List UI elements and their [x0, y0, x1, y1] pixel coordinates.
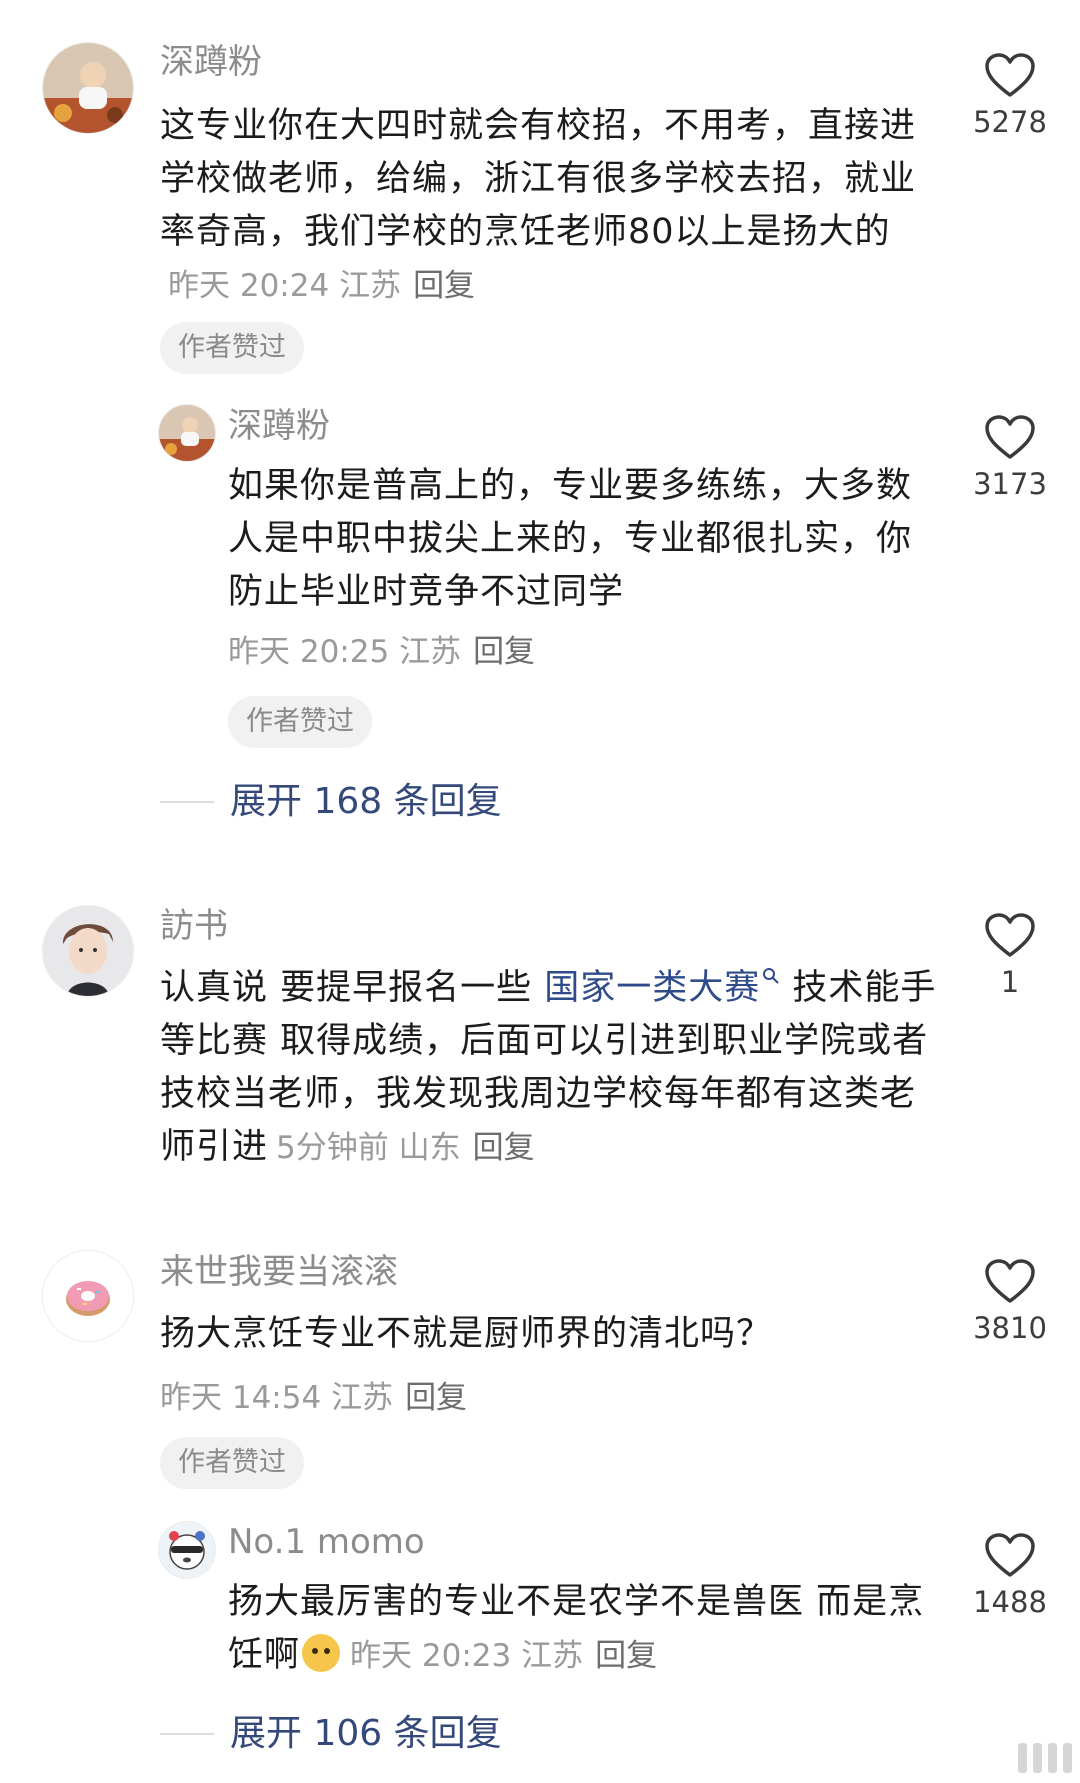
expand-replies-label: 展开 106 条回复	[230, 1713, 502, 1754]
divider	[160, 801, 214, 803]
like-count: 1	[1000, 965, 1020, 999]
comment-username[interactable]: 訪书	[160, 904, 228, 948]
author-liked-badge: 作者赞过	[228, 696, 372, 748]
like-count: 1488	[973, 1585, 1047, 1619]
divider	[160, 1733, 214, 1735]
donut-avatar-icon	[43, 1251, 133, 1341]
watermark-bar	[1063, 1743, 1072, 1773]
expand-replies-button[interactable]: 展开 168 条回复	[160, 777, 502, 827]
reply-text: 如果你是普高上的，专业要多练练，大多数人是中职中拔尖上来的，专业都很扎实，你防止…	[228, 466, 913, 612]
user-photo-avatar-icon	[159, 405, 215, 461]
user-avatar[interactable]	[42, 1250, 134, 1342]
user-avatar[interactable]	[42, 42, 134, 134]
reply-meta: 昨天 20:23 江苏 回复	[350, 1638, 657, 1674]
search-icon	[763, 968, 779, 984]
like-button[interactable]: 1488	[970, 1532, 1050, 1620]
author-liked-badge: 作者赞过	[160, 322, 304, 374]
like-count: 3173	[973, 467, 1047, 501]
smile-emoji-icon	[302, 1634, 341, 1672]
comment-text: 这专业你在大四时就会有校招，不用考，直接进学校做老师，给编，浙江有很多学校去招，…	[160, 100, 930, 313]
reply-button[interactable]: 回复	[413, 268, 475, 304]
watermark-bar	[1018, 1743, 1027, 1773]
user-avatar[interactable]	[42, 905, 134, 997]
comment-meta: 昨天 14:54 江苏 回复	[160, 1376, 467, 1420]
reply-button[interactable]: 回复	[473, 634, 535, 670]
like-count: 3810	[973, 1311, 1047, 1345]
comment-location: 江苏	[339, 268, 402, 304]
reply-time: 昨天 20:25	[228, 634, 390, 670]
comment-username[interactable]: 深蹲粉	[160, 40, 262, 84]
heart-icon	[985, 913, 1035, 957]
like-count: 5278	[973, 105, 1047, 139]
author-liked-badge: 作者赞过	[160, 1437, 304, 1489]
heart-icon	[985, 53, 1035, 97]
expand-replies-label: 展开 168 条回复	[230, 781, 502, 822]
comment-body: 这专业你在大四时就会有校招，不用考，直接进学校做老师，给编，浙江有很多学校去招，…	[160, 106, 917, 252]
like-button[interactable]: 1	[970, 912, 1050, 1000]
cartoon-panda-avatar-icon	[159, 1522, 215, 1578]
watermark-bar	[1033, 1743, 1042, 1773]
like-button[interactable]: 3810	[970, 1258, 1050, 1346]
reply-time: 昨天 20:23	[350, 1638, 512, 1674]
reply-meta: 昨天 20:25 江苏 回复	[228, 630, 535, 674]
expand-replies-button[interactable]: 展开 106 条回复	[160, 1709, 502, 1759]
comment-time: 昨天 20:24	[168, 268, 330, 304]
user-avatar[interactable]	[158, 404, 216, 462]
reply-username[interactable]: No.1 momo	[228, 1520, 425, 1564]
heart-icon	[985, 1533, 1035, 1577]
like-button[interactable]: 5278	[970, 52, 1050, 140]
watermark-bars	[1018, 1743, 1072, 1773]
search-link-label: 国家一类大赛	[544, 968, 761, 1008]
comment-meta: 5分钟前 山东 回复	[276, 1130, 535, 1166]
young-man-avatar-icon	[43, 906, 133, 996]
search-link[interactable]: 国家一类大赛	[544, 968, 780, 1008]
comment-username[interactable]: 来世我要当滚滚	[160, 1250, 398, 1294]
comment-location: 江苏	[331, 1380, 394, 1416]
comment-body-start: 认真说 要提早报名一些	[160, 968, 545, 1008]
reply-text: 扬大最厉害的专业不是农学不是兽医 而是烹饪啊 昨天 20:23 江苏 回复	[228, 1576, 928, 1683]
reply-location: 江苏	[521, 1638, 584, 1674]
like-button[interactable]: 3173	[970, 414, 1050, 502]
reply-button[interactable]: 回复	[405, 1380, 467, 1416]
comment-text: 认真说 要提早报名一些 国家一类大赛 技术能手等比赛 取得成绩，后面可以引进到职…	[160, 962, 950, 1175]
reply-username[interactable]: 深蹲粉	[228, 404, 330, 448]
heart-icon	[985, 415, 1035, 459]
comment-time: 5分钟前	[276, 1130, 389, 1166]
comment-time: 昨天 14:54	[160, 1380, 322, 1416]
reply-button[interactable]: 回复	[473, 1130, 535, 1166]
comment-location: 山东	[398, 1130, 461, 1166]
reply-location: 江苏	[399, 634, 462, 670]
comment-text: 扬大烹饪专业不就是厨师界的清北吗？	[160, 1314, 773, 1354]
user-avatar[interactable]	[158, 1521, 216, 1579]
reply-button[interactable]: 回复	[595, 1638, 657, 1674]
watermark-bar	[1048, 1743, 1057, 1773]
comment-meta: 昨天 20:24 江苏 回复	[168, 268, 475, 304]
user-photo-avatar-icon	[43, 43, 133, 133]
heart-icon	[985, 1259, 1035, 1303]
